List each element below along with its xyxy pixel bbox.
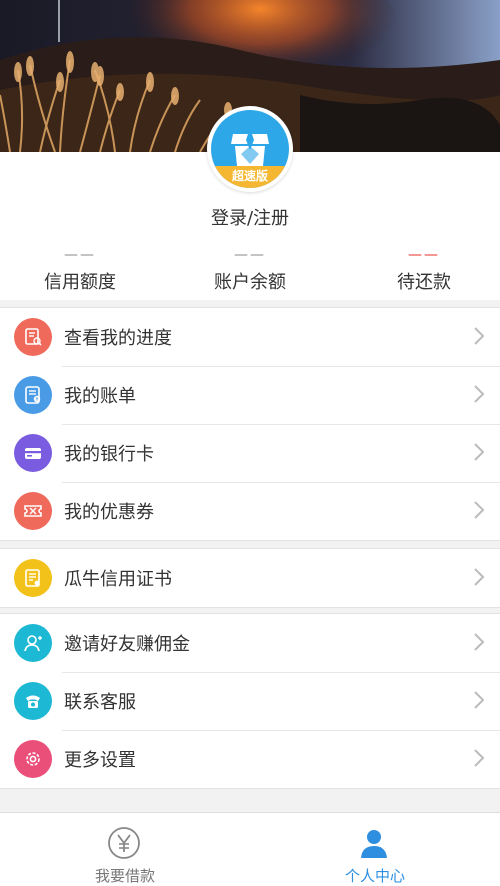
- phone-icon: [14, 682, 52, 720]
- chevron-right-icon: [474, 691, 485, 709]
- settings-icon: [14, 740, 52, 778]
- stat-pending-repayment[interactable]: —— 待还款: [344, 248, 500, 294]
- account-stats: —— 信用额度 —— 账户余额 —— 待还款: [0, 248, 500, 298]
- menu-item-label: 我的银行卡: [64, 444, 154, 465]
- menu-item-label: 查看我的进度: [64, 328, 172, 349]
- menu-item-invite-friends[interactable]: 邀请好友赚佣金: [0, 614, 500, 672]
- menu-item-label: 联系客服: [64, 692, 136, 713]
- tab-label: 我要借款: [94, 867, 155, 885]
- coupon-icon: [14, 492, 52, 530]
- menu-item-bank-cards[interactable]: 我的银行卡: [0, 424, 500, 482]
- stat-label: 信用额度: [44, 272, 116, 293]
- menu-item-label: 更多设置: [64, 750, 136, 771]
- bill-icon: ¥: [14, 376, 52, 414]
- menu-item-label: 我的优惠券: [64, 502, 154, 523]
- svg-text:¥: ¥: [35, 397, 38, 403]
- person-icon: [361, 830, 387, 858]
- chevron-right-icon: [474, 327, 485, 345]
- stat-value: ——: [64, 247, 96, 263]
- menu-item-label: 瓜牛信用证书: [64, 569, 172, 590]
- bottom-tab-bar: 我要借款 个人中心: [0, 812, 500, 886]
- menu-group-more: 邀请好友赚佣金 联系客服 更多设置: [0, 613, 500, 789]
- menu-item-label: 邀请好友赚佣金: [64, 634, 190, 655]
- stat-label: 待还款: [397, 272, 451, 293]
- menu-item-coupons[interactable]: 我的优惠券: [0, 482, 500, 540]
- menu-group-certificate: 瓜牛信用证书: [0, 548, 500, 608]
- menu-item-more-settings[interactable]: 更多设置: [0, 730, 500, 788]
- chevron-right-icon: [474, 749, 485, 767]
- avatar[interactable]: 超速版: [207, 106, 293, 192]
- avatar-badge: 超速版: [211, 166, 289, 188]
- stat-credit-limit[interactable]: —— 信用额度: [0, 248, 160, 294]
- app-logo: 超速版: [211, 110, 289, 188]
- tab-label: 个人中心: [344, 867, 405, 885]
- invite-friend-icon: [14, 624, 52, 662]
- menu-item-credit-certificate[interactable]: 瓜牛信用证书: [0, 549, 500, 607]
- chevron-right-icon: [474, 633, 485, 651]
- chevron-right-icon: [474, 385, 485, 403]
- chevron-right-icon: [474, 443, 485, 461]
- certificate-icon: [14, 559, 52, 597]
- stat-value: ——: [408, 247, 440, 263]
- yen-coin-icon: [108, 827, 140, 859]
- tab-borrow[interactable]: 我要借款: [0, 813, 250, 886]
- tab-personal-center[interactable]: 个人中心: [250, 813, 500, 886]
- chevron-right-icon: [474, 501, 485, 519]
- menu-item-bills[interactable]: ¥ 我的账单: [0, 366, 500, 424]
- stat-account-balance[interactable]: —— 账户余额: [170, 248, 330, 294]
- menu-item-label: 我的账单: [64, 386, 136, 407]
- menu-item-customer-service[interactable]: 联系客服: [0, 672, 500, 730]
- chevron-right-icon: [474, 568, 485, 586]
- menu-group-account: 查看我的进度 ¥ 我的账单 我的银行卡 我的优惠券: [0, 307, 500, 541]
- progress-doc-icon: [14, 318, 52, 356]
- stat-label: 账户余额: [214, 272, 286, 293]
- login-register-link[interactable]: 登录/注册: [0, 204, 500, 230]
- menu-item-progress[interactable]: 查看我的进度: [0, 308, 500, 366]
- bank-card-icon: [14, 434, 52, 472]
- stat-value: ——: [234, 247, 266, 263]
